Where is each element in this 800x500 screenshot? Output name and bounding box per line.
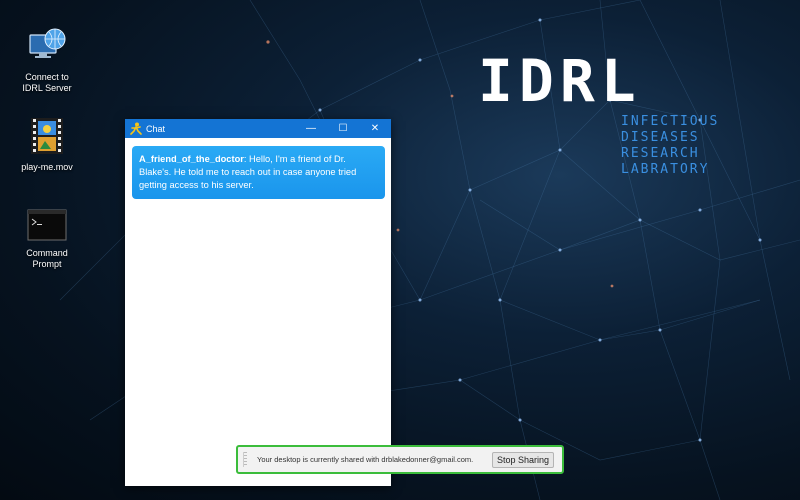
minimize-icon: — — [306, 123, 316, 134]
stop-sharing-button[interactable]: Stop Sharing — [491, 451, 554, 468]
video-file-icon — [17, 117, 77, 158]
brand-subtitle-line: RESEARCH — [621, 146, 700, 161]
desktop-icon-label: play-me.mov — [21, 162, 73, 172]
desktop-icon-connect-server[interactable]: Connect to IDRL Server — [17, 25, 77, 94]
chat-window[interactable]: Chat — ☐ ✕ A_friend_of_the_doctor: Hello… — [125, 119, 391, 486]
chat-message: A_friend_of_the_doctor: Hello, I'm a fri… — [132, 146, 385, 199]
minimize-button[interactable]: — — [295, 119, 327, 138]
maximize-button[interactable]: ☐ — [327, 119, 359, 138]
brand-subtitle: INFECTIOUS DISEASES RESEARCH LABRATORY — [621, 114, 719, 178]
close-icon: ✕ — [370, 123, 380, 134]
drag-handle-icon[interactable] — [243, 452, 247, 467]
brand-logo: IDRL — [478, 50, 642, 112]
brand-subtitle-line: DISEASES — [621, 130, 700, 145]
chat-titlebar[interactable]: Chat — ☐ ✕ — [125, 119, 391, 138]
desktop-icon-command-prompt[interactable]: Command Prompt — [17, 209, 77, 270]
network-globe-icon — [17, 25, 77, 68]
desktop: Connect to IDRL Server play-me.mov Comma… — [0, 0, 800, 500]
desktop-icon-label: Command Prompt — [26, 248, 68, 269]
chat-title: Chat — [146, 123, 166, 134]
message-sender: A_friend_of_the_doctor — [139, 154, 244, 164]
brand-subtitle-line: INFECTIOUS — [621, 114, 720, 129]
running-man-icon — [129, 122, 143, 136]
network-background — [59, 0, 800, 500]
share-status-text: Your desktop is currently shared with dr… — [257, 455, 474, 464]
terminal-icon — [17, 209, 77, 244]
maximize-icon: ☐ — [338, 123, 348, 134]
close-button[interactable]: ✕ — [359, 119, 391, 138]
desktop-icon-label: Connect to IDRL Server — [22, 72, 72, 93]
brand-subtitle-line: LABRATORY — [621, 162, 710, 177]
desktop-icon-video-file[interactable]: play-me.mov — [17, 117, 77, 173]
screen-share-bar: Your desktop is currently shared with dr… — [236, 445, 564, 474]
brand-title: IDRL — [478, 47, 642, 115]
